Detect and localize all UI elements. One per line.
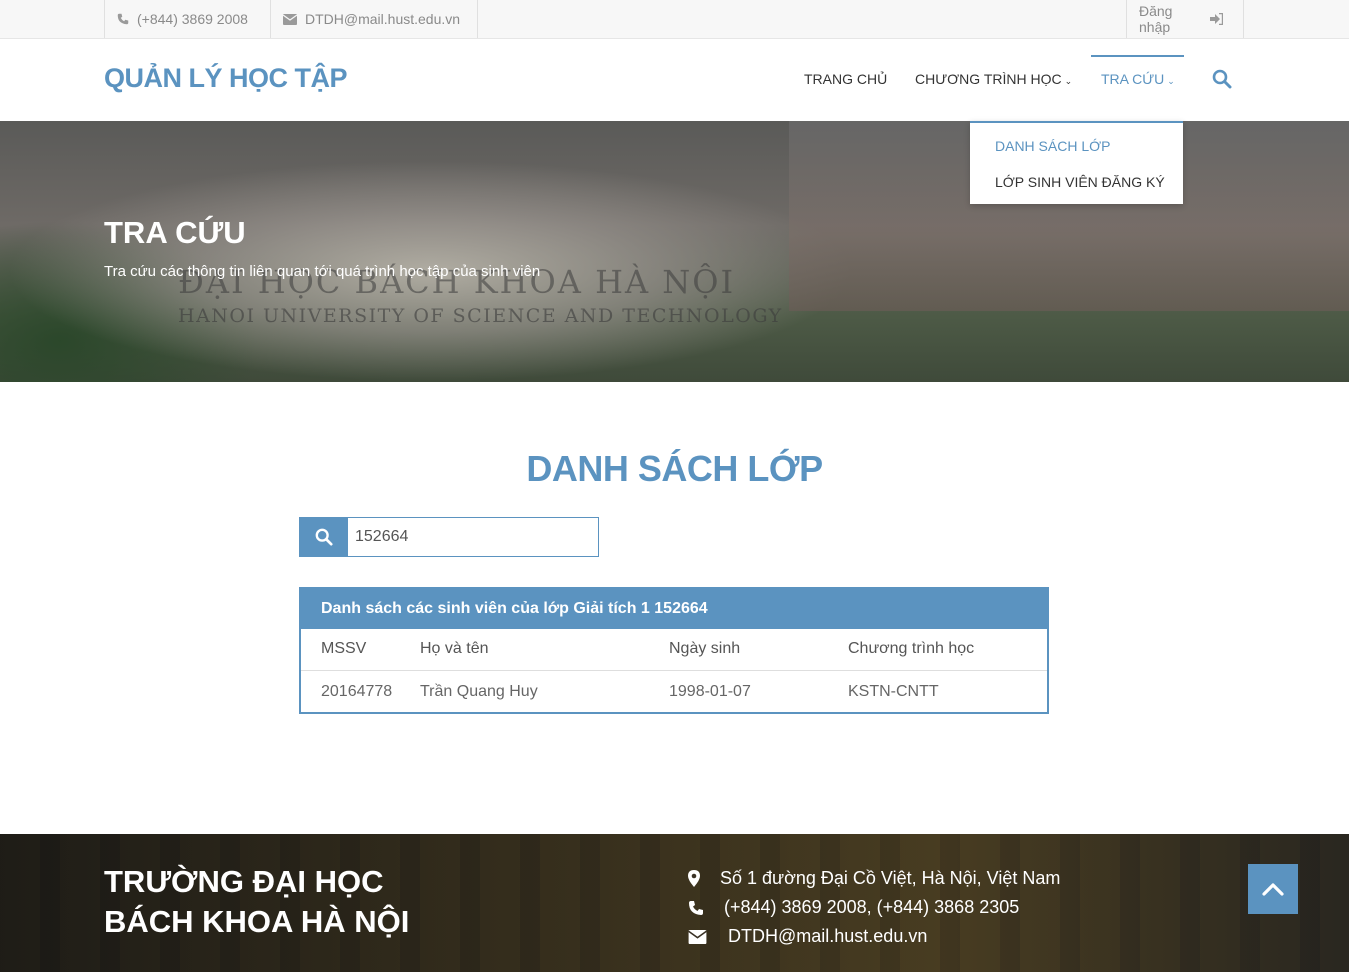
lookup-dropdown-menu: DANH SÁCH LỚP LỚP SINH VIÊN ĐĂNG KÝ (970, 121, 1183, 204)
login-link[interactable]: Đăng nhập (1126, 0, 1244, 38)
footer-phone: (+844) 3869 2008, (+844) 3868 2305 (688, 897, 1019, 918)
top-bar: (+844) 3869 2008 DTDH@mail.hust.edu.vn Đ… (0, 0, 1349, 39)
footer-address: Số 1 đường Đại Cồ Việt, Hà Nội, Việt Nam (688, 868, 1060, 889)
table-header-row: MSSV Họ và tên Ngày sinh Chương trình họ… (301, 629, 1047, 671)
hero-title: TRA CỨU (104, 215, 246, 250)
chevron-down-icon: ⌄ (1064, 76, 1073, 86)
chevron-up-icon (1262, 883, 1284, 896)
topbar-phone-text: (+844) 3869 2008 (137, 11, 248, 27)
topbar-phone: (+844) 3869 2008 (104, 0, 271, 38)
program-cell: KSTN-CNTT (848, 683, 939, 700)
sign-in-icon (1210, 13, 1223, 25)
column-header: Chương trình học (848, 640, 975, 657)
student-id-cell: 20164778 (321, 683, 393, 700)
footer-email-text: DTDH@mail.hust.edu.vn (728, 926, 928, 946)
class-search-input[interactable] (348, 518, 598, 556)
nav-home-label: TRANG CHỦ (804, 71, 888, 87)
column-header: Ngày sinh (669, 640, 741, 657)
hero-stone-subtitle: HANOI UNIVERSITY OF SCIENCE AND TECHNOLO… (178, 305, 783, 327)
login-label: Đăng nhập (1139, 3, 1173, 35)
site-logo[interactable]: QUẢN LÝ HỌC TẬP (104, 63, 348, 94)
search-icon (315, 528, 333, 546)
footer-address-text: Số 1 đường Đại Cồ Việt, Hà Nội, Việt Nam (720, 868, 1061, 888)
site-header: QUẢN LÝ HỌC TẬP TRANG CHỦ CHƯƠNG TRÌNH H… (0, 39, 1349, 121)
envelope-icon (283, 13, 297, 25)
envelope-icon (688, 929, 728, 944)
student-list-panel: Danh sách các sinh viên của lớp Giải tíc… (299, 587, 1049, 714)
hero-subtitle: Tra cứu các thông tin liên quan tới quá … (104, 263, 541, 280)
topbar-email-text: DTDH@mail.hust.edu.vn (305, 11, 461, 27)
nav-home[interactable]: TRANG CHỦ (804, 71, 887, 87)
phone-icon (117, 13, 129, 25)
column-header: Họ và tên (420, 640, 489, 657)
nav-program-label: CHƯƠNG TRÌNH HỌC (915, 71, 1062, 87)
nav-program[interactable]: CHƯƠNG TRÌNH HỌC ⌄ (915, 71, 1072, 87)
table-row: 20164778 Trần Quang Huy 1998-01-07 KSTN-… (301, 672, 1047, 714)
search-icon[interactable] (1212, 69, 1232, 94)
footer-university-name: TRƯỜNG ĐẠI HỌC BÁCH KHOA HÀ NỘI (104, 862, 409, 942)
chevron-down-icon: ⌄ (1167, 76, 1175, 86)
nav-lookup[interactable]: TRA CỨU ⌄ (1101, 71, 1175, 87)
footer-phone-text: (+844) 3869 2008, (+844) 3868 2305 (724, 897, 1020, 917)
footer-title-line2: BÁCH KHOA HÀ NỘI (104, 904, 410, 939)
column-header: MSSV (321, 640, 367, 657)
class-search (299, 517, 599, 557)
birth-date-cell: 1998-01-07 (669, 683, 751, 700)
nav-lookup-label: TRA CỨU (1101, 71, 1165, 87)
footer-email[interactable]: DTDH@mail.hust.edu.vn (688, 926, 927, 947)
back-to-top-button[interactable] (1248, 864, 1298, 914)
panel-title: Danh sách các sinh viên của lớp Giải tíc… (301, 589, 1047, 629)
topbar-email[interactable]: DTDH@mail.hust.edu.vn (270, 0, 478, 38)
dropdown-item-registered-classes[interactable]: LỚP SINH VIÊN ĐĂNG KÝ (995, 174, 1165, 190)
search-button[interactable] (300, 518, 348, 556)
footer-title-line1: TRƯỜNG ĐẠI HỌC (104, 864, 384, 899)
site-footer: TRƯỜNG ĐẠI HỌC BÁCH KHOA HÀ NỘI Số 1 đườ… (0, 834, 1349, 972)
nav-active-indicator (1091, 55, 1184, 57)
phone-icon (688, 900, 724, 916)
page-title: DANH SÁCH LỚP (526, 448, 823, 489)
dropdown-item-class-list[interactable]: DANH SÁCH LỚP (995, 138, 1110, 154)
map-marker-icon (688, 870, 720, 887)
student-name-cell: Trần Quang Huy (420, 683, 538, 700)
